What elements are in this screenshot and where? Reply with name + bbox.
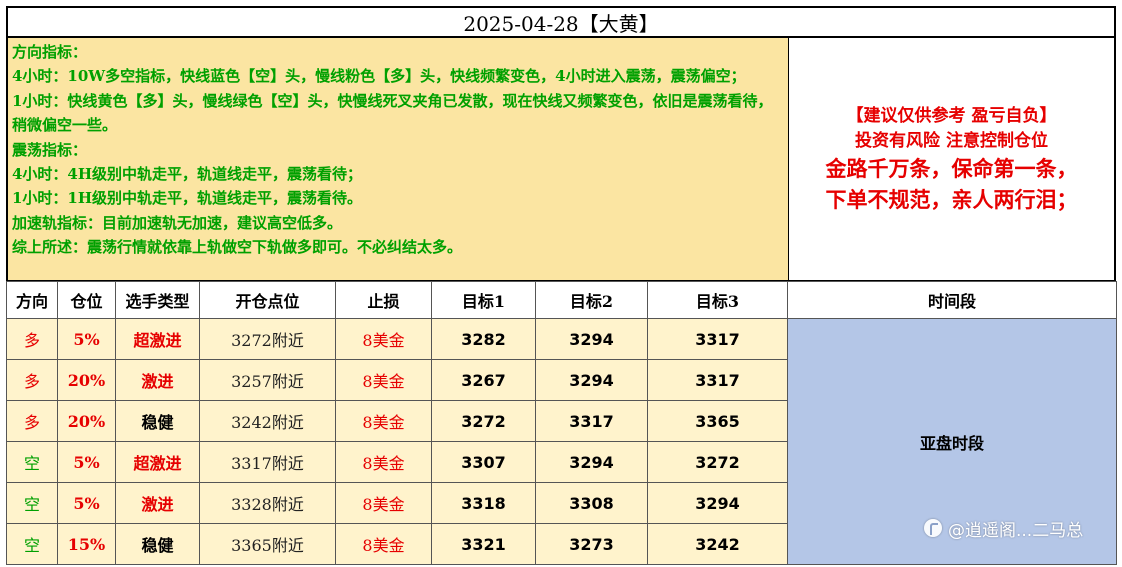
spreadsheet: 2025-04-28【大黄】 方向指标： 4小时：10W多空指标，快线蓝色【空】…	[6, 6, 1117, 566]
target1-cell: 3321	[431, 523, 536, 565]
analysis-line: 震荡指标：	[12, 140, 88, 159]
position-cell: 20%	[57, 400, 116, 442]
disclaimer-line: 投资有风险 注意控制仓位	[855, 131, 1048, 151]
header-target2: 目标2	[535, 281, 648, 319]
target1-cell: 3267	[431, 359, 536, 401]
entry-cell: 3317附近	[199, 441, 336, 483]
target3-cell: 3317	[647, 318, 788, 360]
header-entry: 开仓点位	[199, 281, 336, 319]
entry-cell: 3257附近	[199, 359, 336, 401]
stop-cell: 8美金	[335, 441, 432, 483]
header-target1: 目标1	[431, 281, 536, 319]
type-cell: 激进	[115, 482, 200, 524]
position-cell: 5%	[57, 318, 116, 360]
disclaimer-panel: 【建议仅供参考 盈亏自负】 投资有风险 注意控制仓位 金路千万条，保命第一条， …	[788, 38, 1116, 281]
target2-cell: 3273	[535, 523, 648, 565]
header-session: 时间段	[787, 281, 1117, 319]
stop-cell: 8美金	[335, 400, 432, 442]
type-cell: 稳健	[115, 400, 200, 442]
target3-cell: 3272	[647, 441, 788, 483]
direction-cell: 空	[6, 482, 58, 524]
table-row: 多 5% 超激进 3272附近 8美金 3282 3294 3317 亚盘时段	[6, 318, 1117, 565]
target1-cell: 3307	[431, 441, 536, 483]
analysis-line: 加速轨指标：目前加速轨无加速，建议高空低多。	[12, 213, 343, 232]
type-cell: 超激进	[115, 318, 200, 360]
target3-cell: 3294	[647, 482, 788, 524]
type-cell: 稳健	[115, 523, 200, 565]
disclaimer-line: 【建议仅供参考 盈亏自负】	[846, 106, 1057, 126]
analysis-line: 综上所述：震荡行情就依靠上轨做空下轨做多即可。不必纠结太多。	[12, 238, 463, 257]
position-cell: 5%	[57, 482, 116, 524]
stop-cell: 8美金	[335, 318, 432, 360]
target2-cell: 3294	[535, 318, 648, 360]
page-title: 2025-04-28【大黄】	[6, 6, 1116, 38]
entry-cell: 3272附近	[199, 318, 336, 360]
target3-cell: 3365	[647, 400, 788, 442]
analysis-line: 1小时：快线黄色【多】头，慢线绿色【空】头，快慢线死叉夹角已发散，现在快线又频繁…	[12, 91, 773, 135]
type-cell: 激进	[115, 359, 200, 401]
position-cell: 5%	[57, 441, 116, 483]
type-cell: 超激进	[115, 441, 200, 483]
stop-cell: 8美金	[335, 523, 432, 565]
weibo-logo-icon	[924, 519, 942, 537]
target3-cell: 3242	[647, 523, 788, 565]
disclaimer-line: 金路千万条，保命第一条，	[825, 156, 1078, 181]
header-direction: 方向	[6, 281, 58, 319]
direction-cell: 空	[6, 523, 58, 565]
analysis-line: 4小时：10W多空指标，快线蓝色【空】头，慢线粉色【多】头，快线频繁变色，4小时…	[12, 67, 746, 86]
target3-cell: 3317	[647, 359, 788, 401]
target2-cell: 3294	[535, 359, 648, 401]
position-cell: 15%	[57, 523, 116, 565]
entry-cell: 3242附近	[199, 400, 336, 442]
target1-cell: 3272	[431, 400, 536, 442]
direction-cell: 多	[6, 359, 58, 401]
table-header-row: 方向 仓位 选手类型 开仓点位 止损 目标1 目标2 目标3 时间段	[6, 281, 1117, 319]
header-stop: 止损	[335, 281, 432, 319]
header-target3: 目标3	[647, 281, 788, 319]
header-position: 仓位	[57, 281, 116, 319]
analysis-line: 方向指标：	[12, 43, 88, 61]
direction-cell: 多	[6, 318, 58, 360]
direction-cell: 空	[6, 441, 58, 483]
watermark-text: @逍遥阁...二马总	[948, 520, 1084, 541]
analysis-line: 1小时：1H级别中轨走平，轨道线走平，震荡看待。	[12, 189, 363, 208]
stop-cell: 8美金	[335, 359, 432, 401]
target2-cell: 3317	[535, 400, 648, 442]
header-type: 选手类型	[115, 281, 200, 319]
analysis-panel: 方向指标： 4小时：10W多空指标，快线蓝色【空】头，慢线粉色【多】头，快线频繁…	[6, 38, 788, 281]
disclaimer-line: 下单不规范，亲人两行泪；	[825, 187, 1078, 212]
target2-cell: 3294	[535, 441, 648, 483]
target1-cell: 3318	[431, 482, 536, 524]
stop-cell: 8美金	[335, 482, 432, 524]
direction-cell: 多	[6, 400, 58, 442]
position-cell: 20%	[57, 359, 116, 401]
entry-cell: 3365附近	[199, 523, 336, 565]
watermark: @逍遥阁...二马总	[924, 516, 1084, 541]
target2-cell: 3308	[535, 482, 648, 524]
target1-cell: 3282	[431, 318, 536, 360]
analysis-line: 4小时：4H级别中轨走平，轨道线走平，震荡看待；	[12, 165, 363, 184]
entry-cell: 3328附近	[199, 482, 336, 524]
